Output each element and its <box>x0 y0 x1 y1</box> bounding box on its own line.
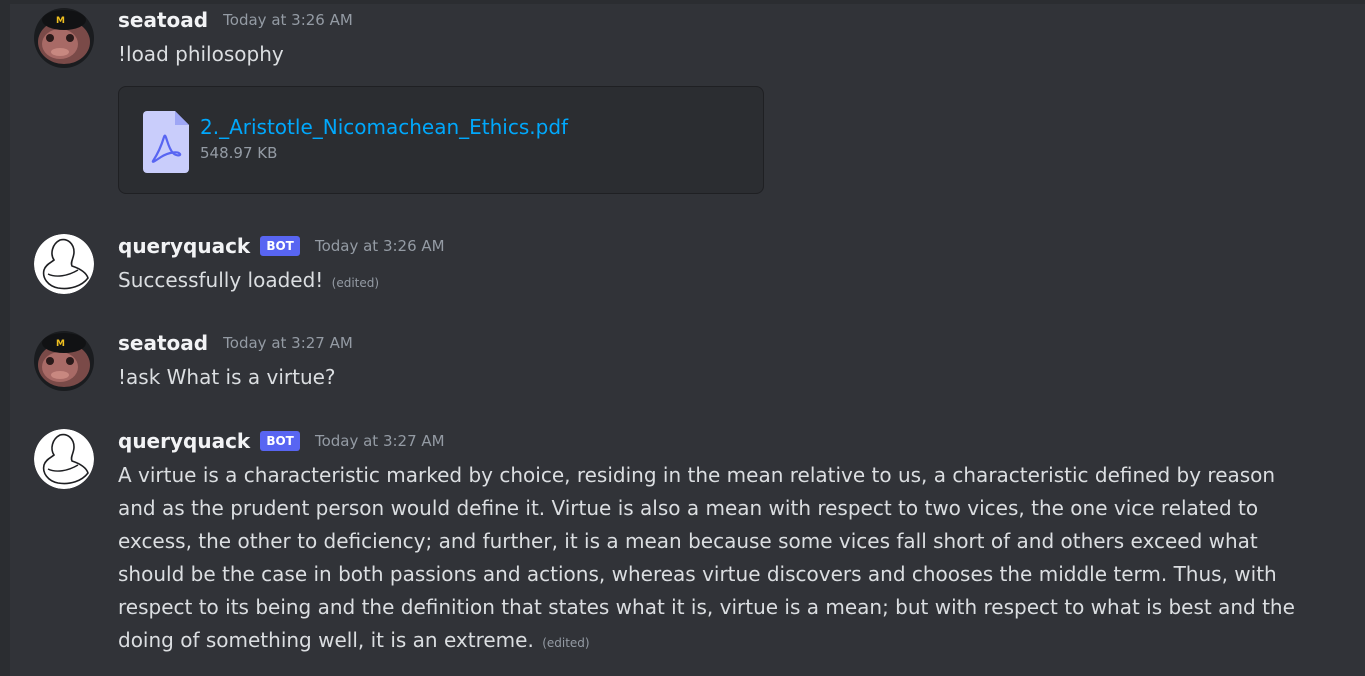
timestamp: Today at 3:27 AM <box>223 334 353 352</box>
bot-badge: BOT <box>260 431 300 451</box>
message-header: queryquack BOT Today at 3:27 AM <box>118 429 445 453</box>
avatar-queryquack[interactable] <box>34 234 94 294</box>
duck-avatar-icon <box>34 429 94 489</box>
timestamp: Today at 3:26 AM <box>314 237 445 255</box>
pdf-file-icon[interactable] <box>143 111 189 173</box>
username[interactable]: queryquack <box>118 234 250 258</box>
chat-window: M seatoad Today at 3:26 AM !load philoso… <box>0 0 1365 676</box>
message-header: queryquack BOT Today at 3:26 AM <box>118 234 445 258</box>
attachment-file-size: 548.97 KB <box>200 144 278 162</box>
username[interactable]: seatoad <box>118 331 208 355</box>
top-divider <box>10 0 1365 4</box>
message-text: !ask What is a virtue? <box>118 365 336 389</box>
svg-text:M: M <box>56 339 65 349</box>
bot-badge: BOT <box>260 236 300 256</box>
username[interactable]: seatoad <box>118 8 208 32</box>
message-text: A virtue is a characteristic marked by c… <box>118 463 1295 652</box>
avatar-seatoad[interactable]: M <box>34 331 94 391</box>
seatoad-avatar-icon: M <box>34 8 94 68</box>
avatar-queryquack[interactable] <box>34 429 94 489</box>
message-header: seatoad Today at 3:26 AM <box>118 8 353 32</box>
attachment-file-link[interactable]: 2._Aristotle_Nicomachean_Ethics.pdf <box>200 115 568 139</box>
duck-avatar-icon <box>34 234 94 294</box>
message-header: seatoad Today at 3:27 AM <box>118 331 353 355</box>
avatar-seatoad[interactable]: M <box>34 8 94 68</box>
message-body: Successfully loaded! (edited) <box>118 264 1318 300</box>
timestamp: Today at 3:27 AM <box>314 432 445 450</box>
file-attachment: 2._Aristotle_Nicomachean_Ethics.pdf 548.… <box>118 86 764 194</box>
message-text: Successfully loaded! <box>118 268 324 292</box>
edited-marker: (edited) <box>331 276 380 290</box>
timestamp: Today at 3:26 AM <box>223 11 353 29</box>
seatoad-avatar-icon: M <box>34 331 94 391</box>
message-text: !load philosophy <box>118 42 284 66</box>
channel-sidebar-edge <box>0 0 10 676</box>
username[interactable]: queryquack <box>118 429 250 453</box>
message-body: A virtue is a characteristic marked by c… <box>118 459 1313 660</box>
svg-text:M: M <box>56 16 65 26</box>
edited-marker: (edited) <box>542 636 590 650</box>
